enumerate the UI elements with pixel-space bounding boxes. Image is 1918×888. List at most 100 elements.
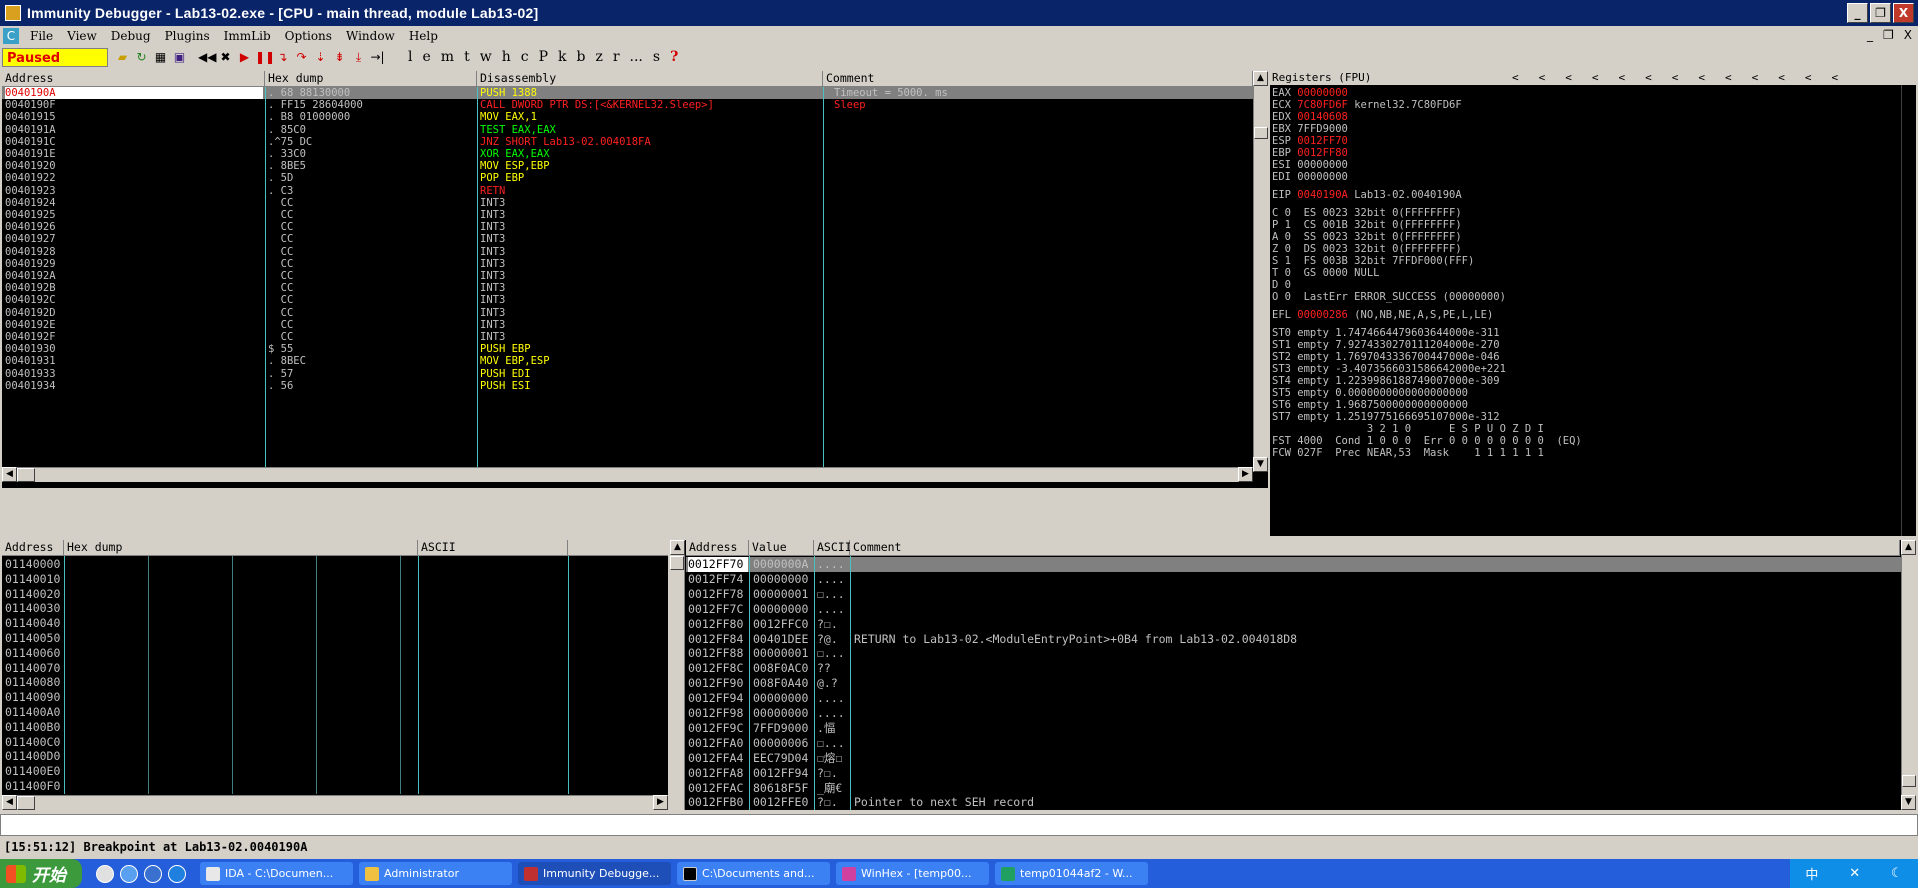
disasm-row[interactable]: 00401924 CC INT3 — [2, 197, 1253, 209]
toolbar-hardware-breakpoints[interactable]: z — [595, 49, 602, 65]
register-nav-arrow[interactable]: < — [1645, 71, 1652, 84]
stack-header-value[interactable]: Value — [749, 540, 814, 556]
dump-row[interactable]: 011400D0 — [2, 749, 662, 764]
disasm-row[interactable]: 0040192C CC INT3 — [2, 294, 1253, 306]
tray-tool-icon[interactable]: ✕ — [1849, 866, 1860, 881]
disasm-row[interactable]: 00401915 . B8 01000000 MOV EAX,1 — [2, 111, 1253, 123]
dump-row[interactable]: 01140010 — [2, 572, 662, 587]
disasm-row[interactable]: 0040192F CC INT3 — [2, 331, 1253, 343]
toolbar-handles[interactable]: h — [502, 49, 511, 65]
stop-icon[interactable]: ✖ — [217, 49, 234, 66]
stack-vscrollbar[interactable]: ▲ ▼ — [1901, 540, 1916, 810]
toolbar-breakpoints[interactable]: b — [576, 49, 585, 65]
run-icon[interactable]: ▶ — [236, 49, 253, 66]
stack-row[interactable]: 0012FF80 0012FFC0 ?☐. — [686, 617, 1916, 632]
trace-into-icon[interactable]: ⇣ — [312, 49, 329, 66]
register-nav-arrow[interactable]: < — [1539, 71, 1546, 84]
rewind-icon[interactable]: ◀◀ — [198, 49, 216, 66]
scroll-right-icon[interactable]: ▶ — [653, 795, 668, 810]
disasm-row[interactable]: 0040192A CC INT3 — [2, 270, 1253, 282]
dump-pane[interactable]: Address Hex dump ASCII 01140000 01140010 0… — [2, 540, 668, 810]
restart-icon[interactable]: ↻ — [133, 49, 150, 66]
tray-moon-icon[interactable]: ☾ — [1891, 866, 1903, 881]
toolbar-run-trace[interactable]: ... — [630, 49, 643, 65]
register-nav-arrow[interactable]: < — [1832, 71, 1839, 84]
toolbar-threads[interactable]: t — [464, 49, 470, 65]
stack-row[interactable]: 0012FF8C 008F0AC0?? — [686, 661, 1916, 676]
stack-row[interactable]: 0012FF98 00000000.... — [686, 706, 1916, 721]
disasm-vscrollbar[interactable]: ▲ ▼ — [1253, 71, 1268, 472]
trace-over-icon[interactable]: ⇟ — [331, 49, 348, 66]
dump-row[interactable]: 011400C0 — [2, 735, 662, 750]
register-nav-arrow[interactable]: < — [1725, 71, 1732, 84]
scroll-up-icon[interactable]: ▲ — [1253, 71, 1268, 86]
stack-row[interactable]: 0012FF84 00401DEE ?@. RETURN to Lab13-02.<M… — [686, 632, 1916, 647]
stack-left-scrollbar[interactable]: ▲ — [670, 540, 685, 810]
disasm-row[interactable]: 0040190F . FF15 28604000 CALL DWORD PTR DS… — [2, 99, 1253, 111]
dump-header-address[interactable]: Address — [2, 540, 64, 556]
toolbar-help[interactable]: ? — [670, 49, 678, 65]
ime-indicator[interactable]: 中 — [1805, 864, 1818, 883]
disasm-row[interactable]: 00401931 . 8BEC MOV EBP,ESP — [2, 355, 1253, 367]
register-nav-arrow[interactable]: < — [1752, 71, 1759, 84]
scroll-thumb[interactable] — [17, 796, 35, 810]
scroll-down-icon[interactable]: ▼ — [1253, 457, 1268, 472]
menu-help[interactable]: Help — [402, 29, 445, 43]
scroll-thumb[interactable] — [1902, 775, 1916, 787]
close-file-icon[interactable]: ▦ — [152, 49, 169, 66]
stack-pane[interactable]: ▲ Address Value ASCII Comment 0012FF70 00… — [670, 540, 1916, 810]
quicklaunch-ie-icon[interactable] — [120, 864, 138, 883]
menu-debug[interactable]: Debug — [104, 29, 158, 43]
scroll-left-icon[interactable]: ◀ — [2, 467, 17, 482]
disasm-row[interactable]: 00401930 $ 55 PUSH EBP — [2, 343, 1253, 355]
stack-row[interactable]: 0012FF88 00000001 ☐... — [686, 646, 1916, 661]
dump-header-ascii[interactable]: ASCII — [418, 540, 568, 556]
dump-row[interactable]: 01140000 — [2, 557, 662, 572]
stack-row[interactable]: 0012FFAC 80618F5F _廟€ — [686, 781, 1916, 796]
stack-row[interactable]: 0012FF74 00000000.... — [686, 572, 1916, 587]
scroll-up-icon[interactable]: ▲ — [1901, 540, 1916, 555]
step-into-icon[interactable]: ↴ — [274, 49, 291, 66]
task-cmd[interactable]: C:\Documents and... — [677, 862, 830, 885]
dump-row[interactable]: 01140090 — [2, 690, 662, 705]
disasm-row[interactable]: 00401925 CC INT3 — [2, 209, 1253, 221]
register-nav-arrow[interactable]: < — [1778, 71, 1785, 84]
disasm-row[interactable]: 00401926 CC INT3 — [2, 221, 1253, 233]
disasm-hscrollbar[interactable]: ◀ ▶ — [2, 467, 1253, 482]
dump-row[interactable]: 01140080 — [2, 675, 662, 690]
disasm-row[interactable]: 0040191A . 85C0 TEST EAX,EAX — [2, 124, 1253, 136]
cpu-window-icon[interactable]: C — [3, 28, 19, 44]
register-nav-arrow[interactable]: < — [1512, 71, 1519, 84]
toolbar-log-window[interactable]: l — [408, 49, 412, 65]
menu-options[interactable]: Options — [278, 29, 339, 43]
stack-header-comment[interactable]: Comment — [850, 540, 1900, 556]
dump-row[interactable]: 01140060 — [2, 646, 662, 661]
toolbar-source[interactable]: s — [653, 49, 660, 65]
start-button[interactable]: 开始 — [0, 859, 82, 888]
disasm-row[interactable]: 0040192E CC INT3 — [2, 319, 1253, 331]
disasm-row[interactable]: 00401929 CC INT3 — [2, 258, 1253, 270]
scroll-right-icon[interactable]: ▶ — [1238, 467, 1253, 482]
dump-row[interactable]: 01140070 — [2, 661, 662, 676]
toolbar-patches[interactable]: P — [539, 49, 548, 65]
disasm-row[interactable]: 0040192B CC INT3 — [2, 282, 1253, 294]
stack-row[interactable]: 0012FFB0 0012FFE0 ?☐. Pointer to next SEH r… — [686, 795, 1916, 810]
register-nav-arrow[interactable]: < — [1672, 71, 1679, 84]
stack-row[interactable]: 0012FFA4 EEC79D04 ☐熔☐ — [686, 751, 1916, 766]
toolbar-windows[interactable]: w — [480, 49, 492, 65]
disassembly-pane[interactable]: Address Hex dump Disassembly Comment 004… — [2, 71, 1268, 488]
minimize-button[interactable]: _ — [1847, 3, 1868, 23]
pause-icon[interactable]: ❚❚ — [255, 49, 275, 66]
open-icon[interactable]: ▰ — [114, 49, 131, 66]
mdi-minimize-button[interactable]: _ — [1867, 28, 1873, 42]
stack-header-ascii[interactable]: ASCII — [814, 540, 852, 556]
disasm-row[interactable]: 00401920 . 8BE5 MOV ESP,EBP — [2, 160, 1253, 172]
restore-button[interactable]: ❐ — [1870, 3, 1891, 23]
disasm-row[interactable]: 0040190A . 68 88130000 PUSH 1388 Timeout = … — [2, 87, 1253, 99]
quicklaunch-ie2-icon[interactable] — [168, 864, 186, 883]
disasm-header-comment[interactable]: Comment — [823, 71, 1253, 87]
disasm-header-address[interactable]: Address — [2, 71, 265, 87]
menu-file[interactable]: File — [23, 29, 60, 43]
stack-row[interactable]: 0012FF70 0000000A.... — [686, 557, 1916, 572]
step-over-icon[interactable]: ↷ — [293, 49, 310, 66]
